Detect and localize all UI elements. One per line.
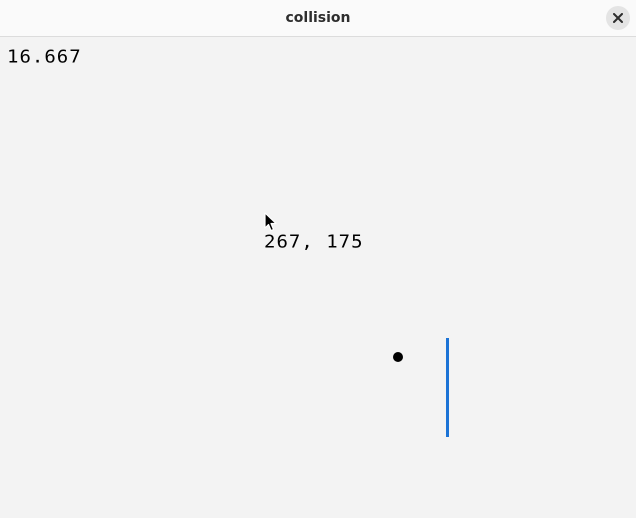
paddle	[446, 338, 449, 437]
ball	[393, 352, 403, 362]
mouse-coordinates: 267, 175	[264, 231, 364, 252]
title-bar: collision	[0, 0, 636, 37]
fps-readout: 16.667	[7, 46, 82, 67]
close-button[interactable]	[606, 6, 630, 30]
game-canvas[interactable]: 16.667 267, 175	[0, 37, 636, 518]
close-icon	[613, 13, 623, 23]
window-title: collision	[285, 10, 351, 26]
app-window: collision 16.667 267, 175	[0, 0, 636, 518]
arrow-cursor-icon	[264, 212, 277, 232]
